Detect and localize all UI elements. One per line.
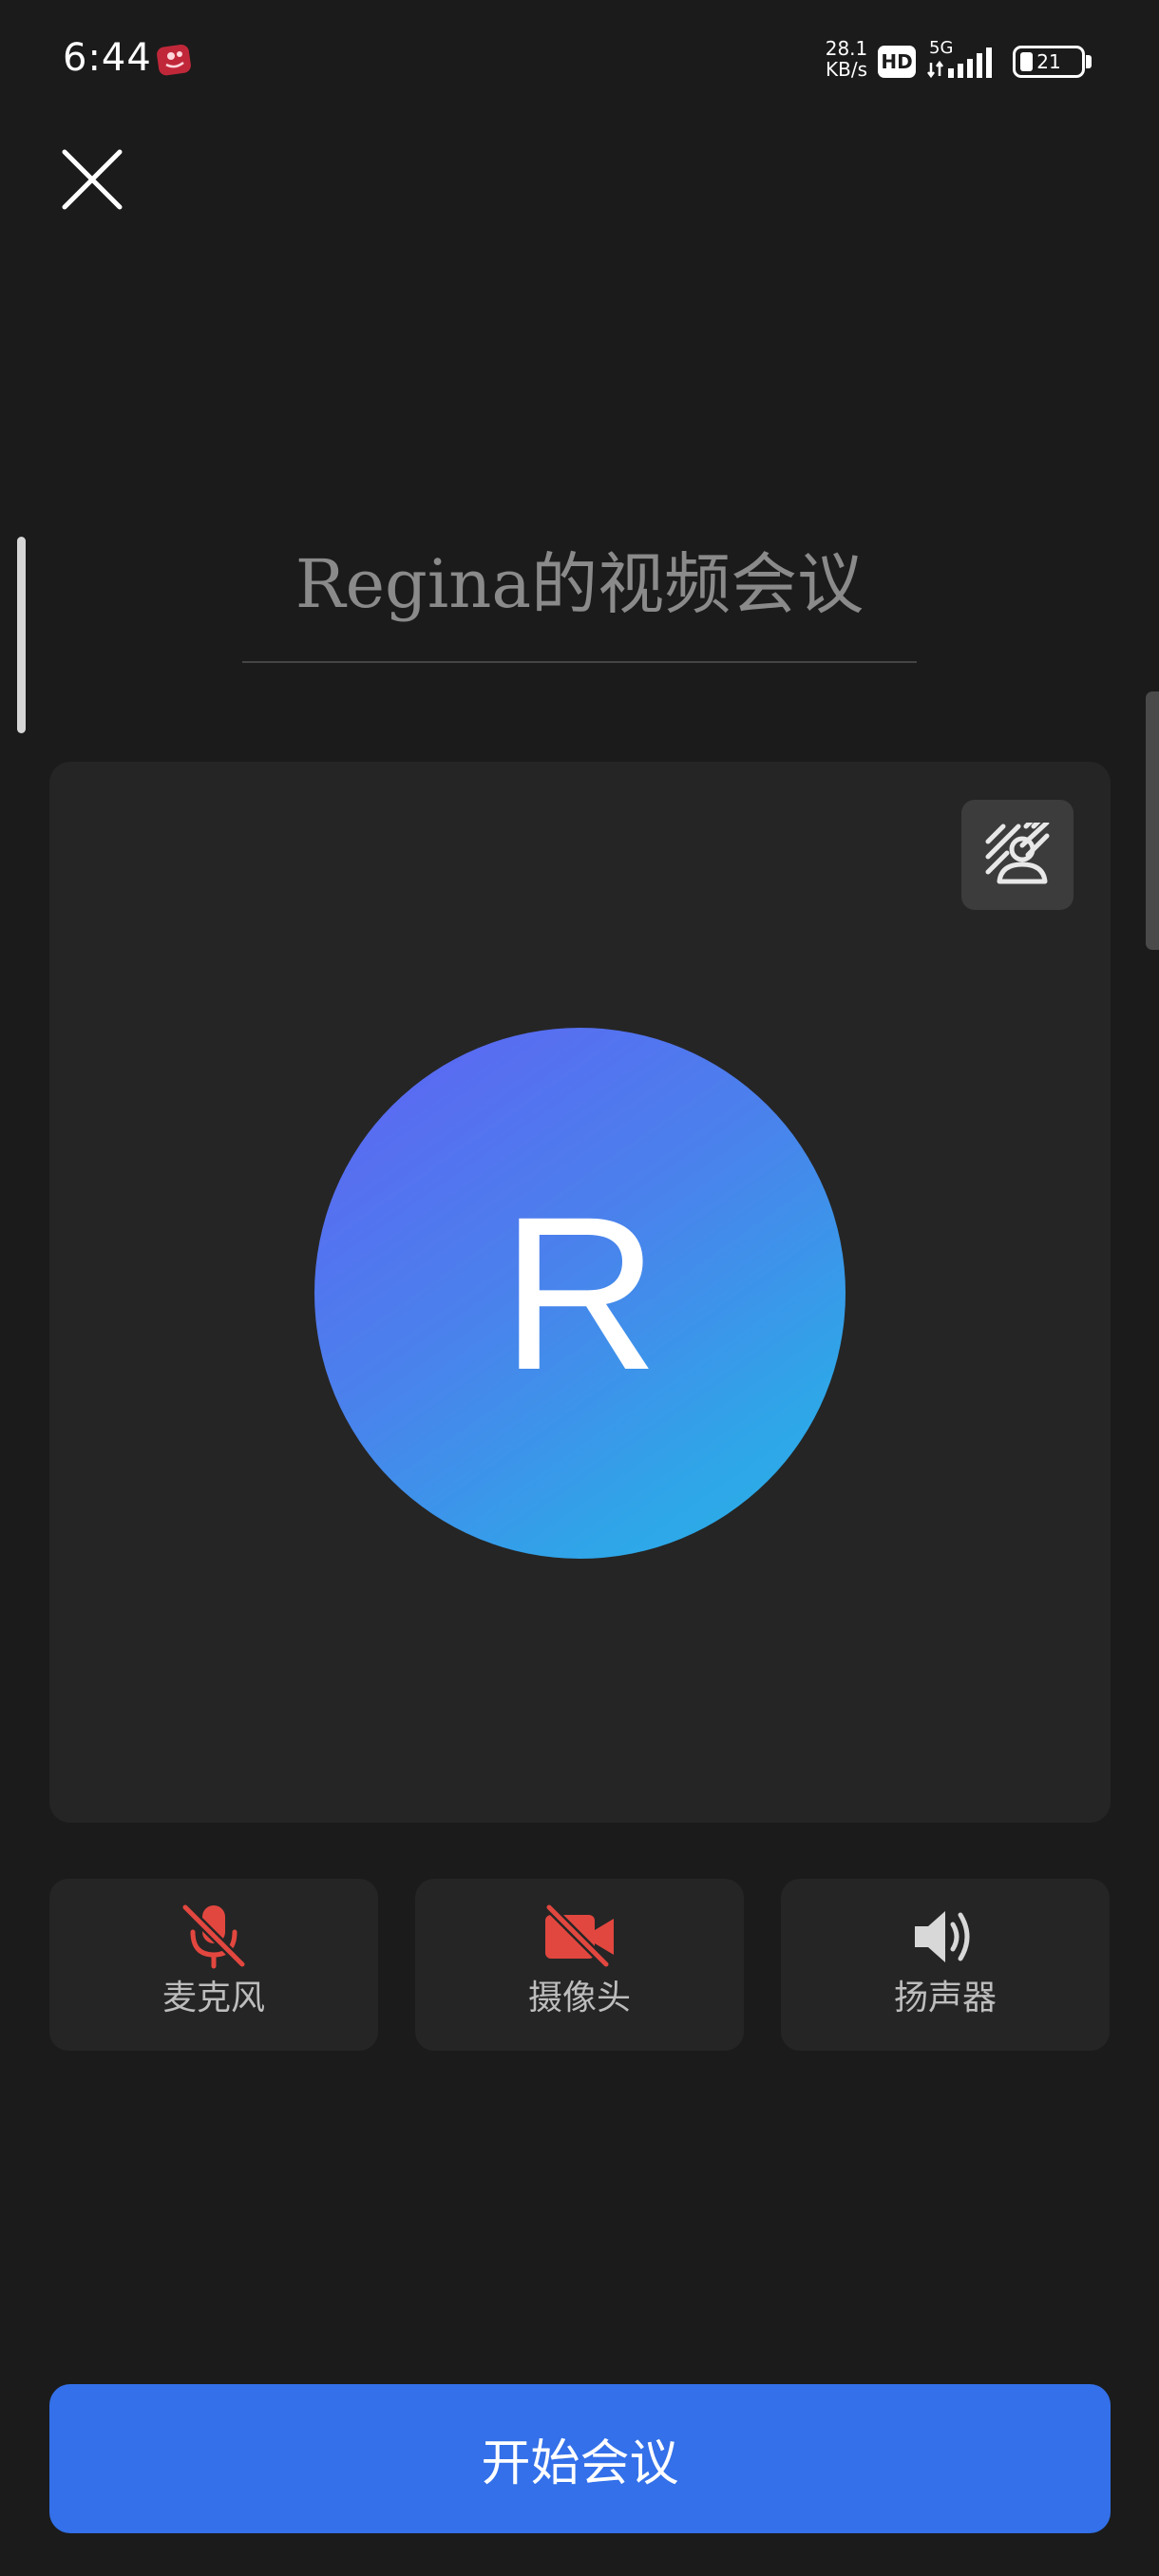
battery-icon: 21 [1013, 46, 1085, 78]
hd-voice-badge: HD [878, 46, 916, 78]
title-underline [242, 661, 917, 663]
side-scrollbar[interactable] [1146, 691, 1159, 950]
camera-off-icon [544, 1904, 614, 1969]
camera-label: 摄像头 [527, 1979, 631, 2017]
close-icon [62, 149, 123, 210]
microphone-toggle[interactable]: 麦克风 [49, 1879, 378, 2051]
microphone-label: 麦克风 [162, 1979, 265, 2017]
virtual-background-button[interactable] [961, 800, 1074, 910]
meeting-title-field[interactable]: Regina的视频会议 [242, 532, 917, 663]
network-speed-value: 28.1 [825, 37, 868, 60]
status-time: 6:44 [63, 36, 152, 80]
speaker-toggle[interactable]: 扬声器 [781, 1879, 1110, 2051]
user-avatar: R [314, 1028, 846, 1559]
virtual-background-icon [985, 823, 1050, 884]
camera-toggle[interactable]: 摄像头 [415, 1879, 744, 2051]
notification-app-icon [155, 40, 195, 78]
avatar-initial: R [501, 1171, 659, 1415]
close-button[interactable] [57, 144, 127, 215]
network-type-label: 5G [929, 38, 953, 58]
meeting-title[interactable]: Regina的视频会议 [242, 532, 917, 636]
status-bar: 6:44 28.1 KB/s HD 5G 21 [0, 0, 1159, 123]
video-preview-card: R [49, 762, 1111, 1823]
speaker-icon [915, 1911, 970, 1962]
start-meeting-button[interactable]: 开始会议 [49, 2384, 1111, 2533]
network-speed: 28.1 KB/s [823, 38, 870, 80]
speaker-label: 扬声器 [893, 1979, 997, 2017]
battery-level: 21 [1036, 50, 1061, 73]
battery-cap [1086, 55, 1092, 68]
network-speed-unit: KB/s [826, 58, 867, 81]
mic-off-icon [180, 1904, 247, 1969]
edge-gesture-handle[interactable] [17, 537, 26, 733]
cellular-signal-icon: 5G [925, 38, 998, 82]
